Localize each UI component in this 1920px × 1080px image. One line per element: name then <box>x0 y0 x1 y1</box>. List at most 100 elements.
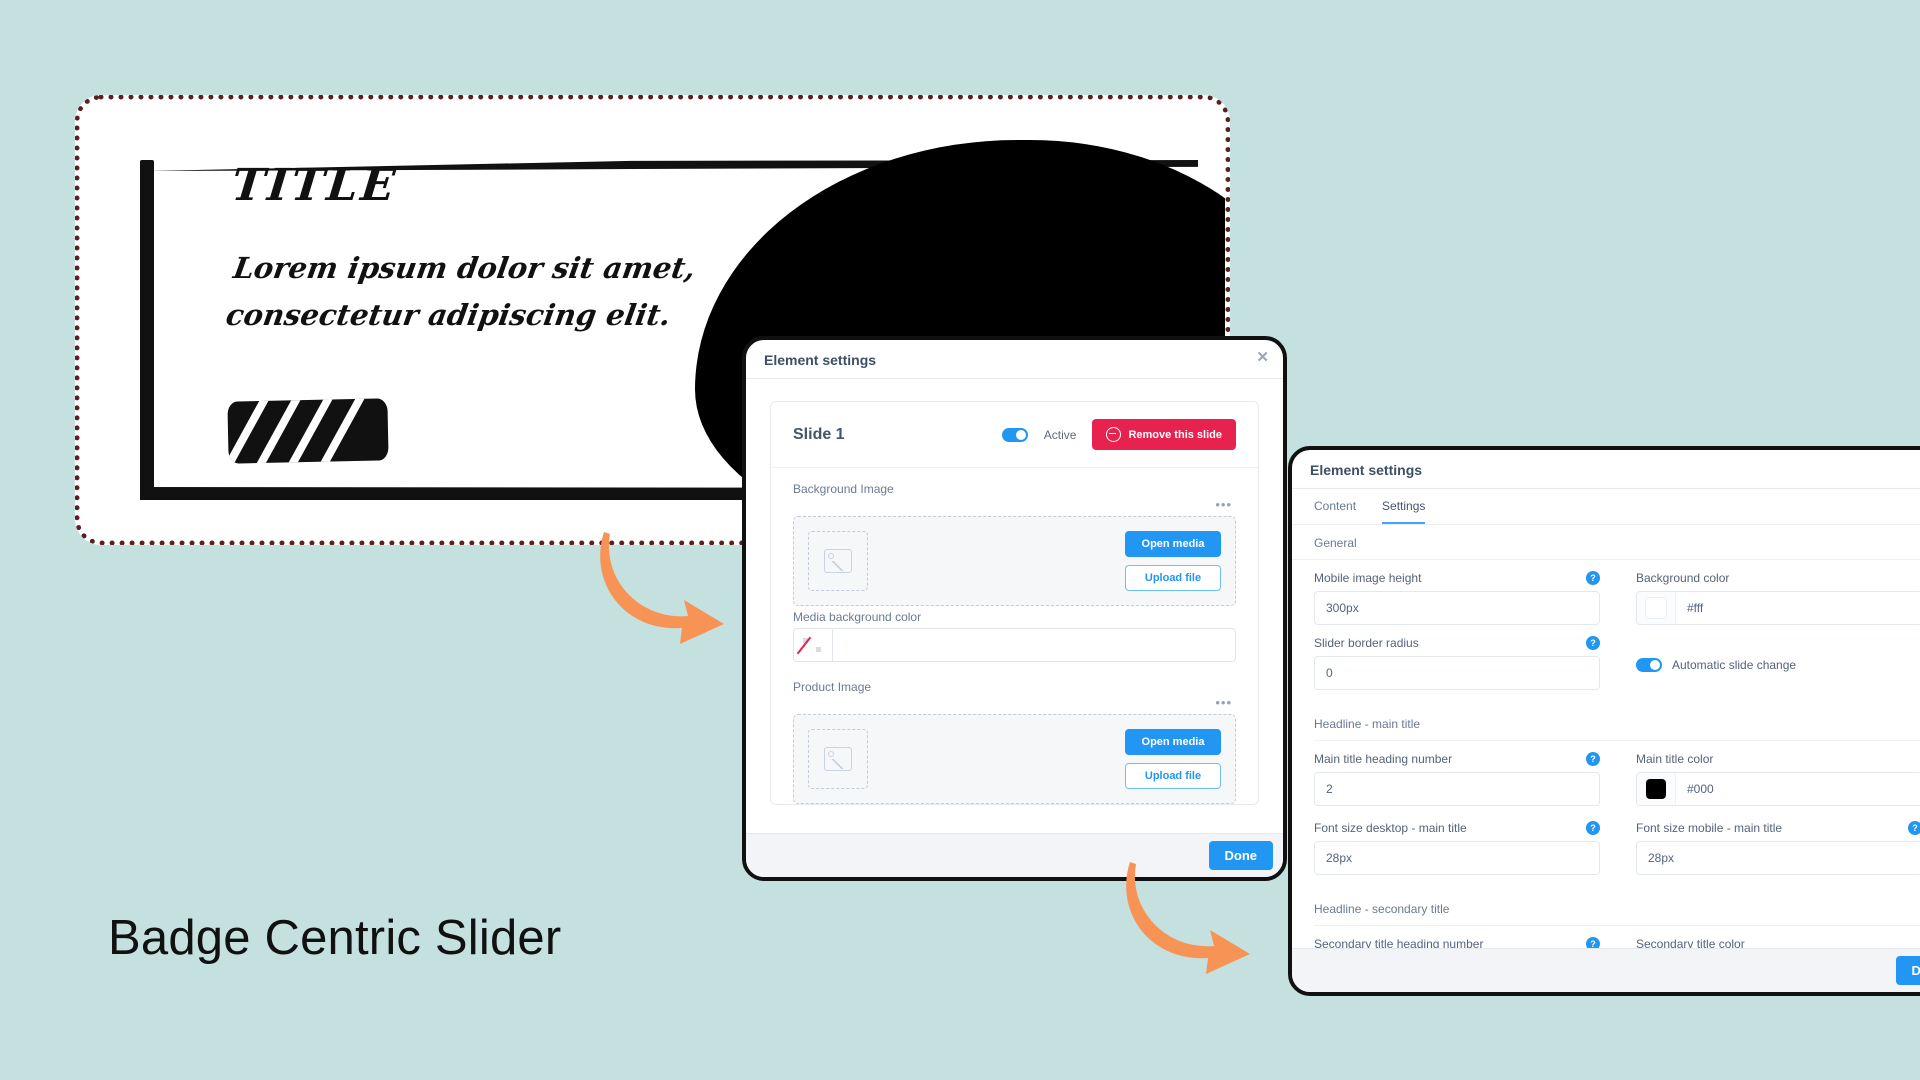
background-color-value: #fff <box>1687 601 1704 615</box>
field-label: Main title color <box>1636 752 1714 766</box>
upload-file-button[interactable]: Upload file <box>1125 763 1221 789</box>
left-dialog-body: Slide 1 Active Remove this slide Backgro… <box>746 379 1283 833</box>
background-image-buttons: Open media Upload file <box>1125 531 1221 591</box>
arrow-curved-2 <box>1126 862 1250 974</box>
right-dialog-title: Element settings <box>1310 462 1423 478</box>
left-dialog-title: Element settings <box>764 352 877 368</box>
image-placeholder <box>808 729 868 789</box>
background-image-label: Background Image <box>793 482 894 496</box>
media-background-color-input[interactable] <box>793 628 1236 662</box>
slide-active-label: Active <box>1043 427 1077 442</box>
main-title-color-value: #000 <box>1687 782 1714 796</box>
product-image-dropzone[interactable]: Open media Upload file <box>793 714 1236 804</box>
open-media-button[interactable]: Open media <box>1125 531 1221 557</box>
slide-header-actions: Active Remove this slide <box>1001 419 1236 450</box>
automatic-slide-change-toggle[interactable] <box>1636 658 1662 672</box>
field-main-title-heading-number: Main title heading number ? 2 <box>1314 741 1628 817</box>
media-background-color-value <box>833 629 1235 661</box>
hero-title: TITLE <box>229 160 401 211</box>
main-title-row-2: Font size desktop - main title ? 28px Fo… <box>1292 817 1920 886</box>
background-image-block: Background Image ••• Open media Upload f… <box>771 468 1258 606</box>
slide-header-row: Slide 1 Active Remove this slide <box>771 402 1258 468</box>
left-dialog-header: Element settings ✕ <box>746 340 1283 379</box>
image-icon <box>824 747 852 771</box>
product-image-buttons: Open media Upload file <box>1125 729 1221 789</box>
help-icon[interactable]: ? <box>1908 821 1920 835</box>
image-placeholder <box>808 531 868 591</box>
field-secondary-title-color: Secondary title color <box>1628 926 1920 948</box>
right-dialog-header: Element settings <box>1292 450 1920 489</box>
section-headline-main-title: Headline - main title <box>1314 717 1421 731</box>
arrow-curved-1 <box>600 532 724 644</box>
font-size-mobile-main-title-input[interactable]: 28px <box>1636 841 1920 875</box>
sketch-frame-left-edge <box>140 159 154 501</box>
field-font-size-desktop-main-title: Font size desktop - main title ? 28px <box>1314 817 1628 886</box>
main-title-row-1: Main title heading number ? 2 Main title… <box>1292 741 1920 817</box>
slide-active-toggle[interactable] <box>1001 427 1028 442</box>
product-image-label: Product Image <box>793 680 872 694</box>
font-size-desktop-main-title-input[interactable]: 28px <box>1314 841 1600 875</box>
mobile-image-height-input[interactable]: 300px <box>1314 591 1600 625</box>
color-swatch[interactable] <box>1637 592 1676 624</box>
field-label: Secondary title heading number <box>1314 937 1484 948</box>
product-image-block: Product Image ••• Open media Upload file <box>771 662 1258 804</box>
right-dialog-footer: Done <box>1292 948 1920 992</box>
field-label: Font size mobile - main title <box>1636 821 1783 835</box>
field-label: Slider border radius <box>1314 636 1419 650</box>
section-general-title: General <box>1292 525 1920 560</box>
no-color-swatch-icon[interactable] <box>794 629 833 661</box>
help-icon[interactable]: ? <box>1586 937 1600 948</box>
remove-slide-label: Remove this slide <box>1128 428 1222 441</box>
field-automatic-slide-change: Automatic slide change <box>1628 636 1920 701</box>
open-media-button[interactable]: Open media <box>1125 729 1221 755</box>
badge-shape <box>227 398 389 464</box>
field-label: Background color <box>1636 571 1730 585</box>
automatic-slide-change-label: Automatic slide change <box>1672 658 1797 672</box>
product-image-menu-icon[interactable]: ••• <box>793 696 1236 709</box>
upload-file-button[interactable]: Upload file <box>1125 565 1221 591</box>
field-slider-border-radius: Slider border radius ? 0 <box>1314 636 1628 701</box>
automatic-slide-change-row: Automatic slide change <box>1636 636 1920 672</box>
general-row-2: Slider border radius ? 0 Automatic slide… <box>1292 636 1920 701</box>
help-icon[interactable]: ? <box>1586 752 1600 766</box>
field-background-color: Background color #fff <box>1628 560 1920 636</box>
image-icon <box>824 549 852 573</box>
field-label: Mobile image height <box>1314 571 1422 585</box>
help-icon[interactable]: ? <box>1586 636 1600 650</box>
right-dialog-body: Content Settings General Mobile image he… <box>1292 489 1920 948</box>
tab-content[interactable]: Content <box>1314 499 1356 524</box>
tab-settings[interactable]: Settings <box>1382 499 1426 524</box>
page-caption: Badge Centric Slider <box>108 911 562 965</box>
background-image-dropzone[interactable]: Open media Upload file <box>793 516 1236 606</box>
slide-title: Slide 1 <box>793 425 845 443</box>
field-secondary-title-heading-number: Secondary title heading number ? <box>1314 926 1628 948</box>
minus-circle-icon <box>1106 427 1122 442</box>
main-title-heading-number-input[interactable]: 2 <box>1314 772 1600 806</box>
hero-body-text: Lorem ipsum dolor sit amet, consectetur … <box>223 251 698 332</box>
general-row-1: Mobile image height ? 300px Background c… <box>1292 560 1920 636</box>
field-main-title-color: Main title color #000 <box>1628 741 1920 817</box>
media-background-color-label: Media background color <box>793 610 922 624</box>
element-settings-dialog-left: Element settings ✕ Slide 1 Active Remove… <box>742 336 1287 881</box>
done-button[interactable]: Done <box>1895 956 1920 985</box>
field-label: Main title heading number <box>1314 752 1453 766</box>
field-mobile-image-height: Mobile image height ? 300px <box>1314 560 1628 636</box>
slider-border-radius-input[interactable]: 0 <box>1314 656 1600 690</box>
section-headline-secondary-title: Headline - secondary title <box>1314 902 1450 916</box>
field-label: Secondary title color <box>1636 937 1745 948</box>
main-title-color-input[interactable]: #000 <box>1636 772 1920 806</box>
field-font-size-mobile-main-title: Font size mobile - main title ? 28px <box>1628 817 1920 886</box>
field-label: Font size desktop - main title <box>1314 821 1467 835</box>
help-icon[interactable]: ? <box>1586 571 1600 585</box>
element-settings-dialog-right: Element settings Content Settings Genera… <box>1288 446 1920 996</box>
settings-tabs: Content Settings <box>1292 489 1920 525</box>
color-swatch[interactable] <box>1637 773 1676 805</box>
remove-this-slide-button[interactable]: Remove this slide <box>1092 419 1236 450</box>
secondary-title-row-1: Secondary title heading number ? Seconda… <box>1292 926 1920 948</box>
help-icon[interactable]: ? <box>1586 821 1600 835</box>
slide-card: Slide 1 Active Remove this slide Backgro… <box>770 401 1259 805</box>
background-color-input[interactable]: #fff <box>1636 591 1920 625</box>
media-background-color-block: Media background color <box>793 610 1236 662</box>
close-icon[interactable]: ✕ <box>1256 350 1269 365</box>
background-image-menu-icon[interactable]: ••• <box>793 498 1236 511</box>
